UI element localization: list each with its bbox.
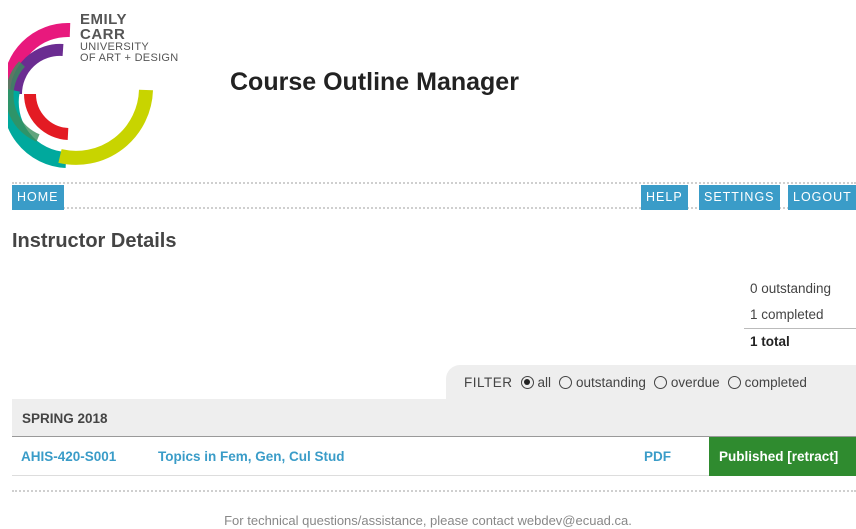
filter-option-label: outstanding [576,374,646,390]
filter-option-label: completed [744,374,807,390]
summary-total: 1 total [744,328,856,354]
radio-icon[interactable] [727,375,741,389]
filter-option-all[interactable]: all [520,374,552,390]
page-title: Course Outline Manager [230,68,519,96]
section-title: Instructor Details [12,230,177,252]
filter-option-label: overdue [670,374,720,390]
pdf-link[interactable]: PDF [644,437,671,477]
logo-arc-icon [58,89,153,165]
nav-help-button[interactable]: HELP [641,185,688,210]
course-name-link[interactable]: Topics in Fem, Gen, Cul Stud [158,437,345,477]
footer-divider [12,490,856,492]
filter-option-label: all [537,374,552,390]
filter-option-completed[interactable]: completed [727,374,807,390]
summary-outstanding: 0 outstanding [750,281,832,296]
navbar: HOME HELP SETTINGS LOGOUT [12,182,856,210]
summary-completed: 1 completed [750,307,824,322]
footer-text: For technical questions/assistance, plea… [224,513,632,528]
status-retract-button[interactable]: Published [retract] [709,437,856,476]
radio-icon[interactable] [653,375,667,389]
university-logo: EMILY CARR UNIVERSITY OF ART + DESIGN [8,10,188,170]
table-row: AHIS-420-S001 Topics in Fem, Gen, Cul St… [12,437,856,476]
radio-checked-icon[interactable] [520,375,534,389]
outline-summary: 0 outstanding 1 completed 1 total [744,276,856,354]
filter-option-overdue[interactable]: overdue [653,374,720,390]
nav-home-button[interactable]: HOME [12,185,64,210]
radio-icon[interactable] [559,375,573,389]
nav-logout-button[interactable]: LOGOUT [788,185,856,210]
filter-option-outstanding[interactable]: outstanding [559,375,646,390]
filter-label: FILTER [464,374,513,390]
term-header: SPRING 2018 [12,399,856,437]
course-code-link[interactable]: AHIS-420-S001 [21,437,116,477]
logo-wordmark: EMILY CARR UNIVERSITY OF ART + DESIGN [80,11,179,64]
filter-bar: FILTER all outstanding overdue completed [446,365,856,399]
nav-settings-button[interactable]: SETTINGS [699,185,780,210]
